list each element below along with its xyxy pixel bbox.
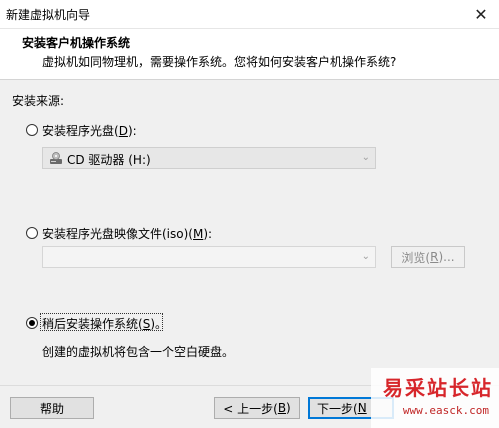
help-button-label: 帮助 <box>39 401 64 416</box>
next-button-hotkey: N <box>357 401 367 415</box>
install-later-label-suffix: )。 <box>150 317 167 331</box>
next-button-label: 下一步( <box>317 401 358 416</box>
install-disc-label-text: 安装程序光盘( <box>42 124 119 138</box>
install-disc-label[interactable]: 安装程序光盘(D): <box>42 122 137 139</box>
cd-drive-select[interactable]: CD 驱动器 (H:) ⌄ <box>42 147 376 169</box>
install-iso-hotkey: M <box>192 227 204 241</box>
install-iso-label-text: 安装程序光盘映像文件(iso)( <box>42 227 193 241</box>
install-disc-hotkey: D <box>118 124 128 138</box>
browse-label: 浏览( <box>401 250 431 265</box>
browse-hotkey: R <box>430 250 439 264</box>
install-iso-label[interactable]: 安装程序光盘映像文件(iso)(M): <box>42 225 212 242</box>
watermark-logo-text: 易采站长站 <box>383 376 493 400</box>
cd-drive-value: CD 驱动器 (H:) <box>67 153 151 167</box>
back-button-hotkey: B <box>277 401 287 415</box>
chevron-down-icon: ⌄ <box>361 152 370 163</box>
radio-install-later[interactable] <box>26 317 38 329</box>
install-source-label: 安装来源: <box>12 94 65 108</box>
help-button[interactable]: 帮助 <box>10 397 94 419</box>
page-subtitle: 虚拟机如同物理机，需要操作系统。您将如何安装客户机操作系统? <box>42 55 397 69</box>
browse-button[interactable]: 浏览(R)... <box>391 246 465 268</box>
iso-path-combo[interactable]: ⌄ <box>42 246 376 268</box>
install-disc-label-suffix: ): <box>127 124 137 138</box>
cd-drive-icon <box>49 152 63 165</box>
install-iso-label-suffix: ): <box>203 227 213 241</box>
radio-install-disc[interactable] <box>26 124 38 136</box>
radio-install-iso[interactable] <box>26 227 38 239</box>
install-later-description: 创建的虚拟机将包含一个空白硬盘。 <box>42 345 235 359</box>
chevron-down-icon: ⌄ <box>361 251 370 262</box>
close-button[interactable]: ✕ <box>463 0 499 28</box>
install-later-label-text: 稍后安装操作系统( <box>42 317 143 331</box>
back-button-label-suffix: ) <box>286 401 291 415</box>
install-later-label[interactable]: 稍后安装操作系统(S)。 <box>42 315 167 332</box>
close-icon: ✕ <box>474 4 488 24</box>
back-button[interactable]: < 上一步(B) <box>214 397 300 419</box>
watermark-url: www.easck.com <box>402 404 489 417</box>
page-title: 安装客户机操作系统 <box>22 36 131 50</box>
back-button-label: < 上一步( <box>223 401 278 416</box>
browse-label-suffix: )... <box>438 250 455 264</box>
window-title: 新建虚拟机向导 <box>6 8 91 22</box>
